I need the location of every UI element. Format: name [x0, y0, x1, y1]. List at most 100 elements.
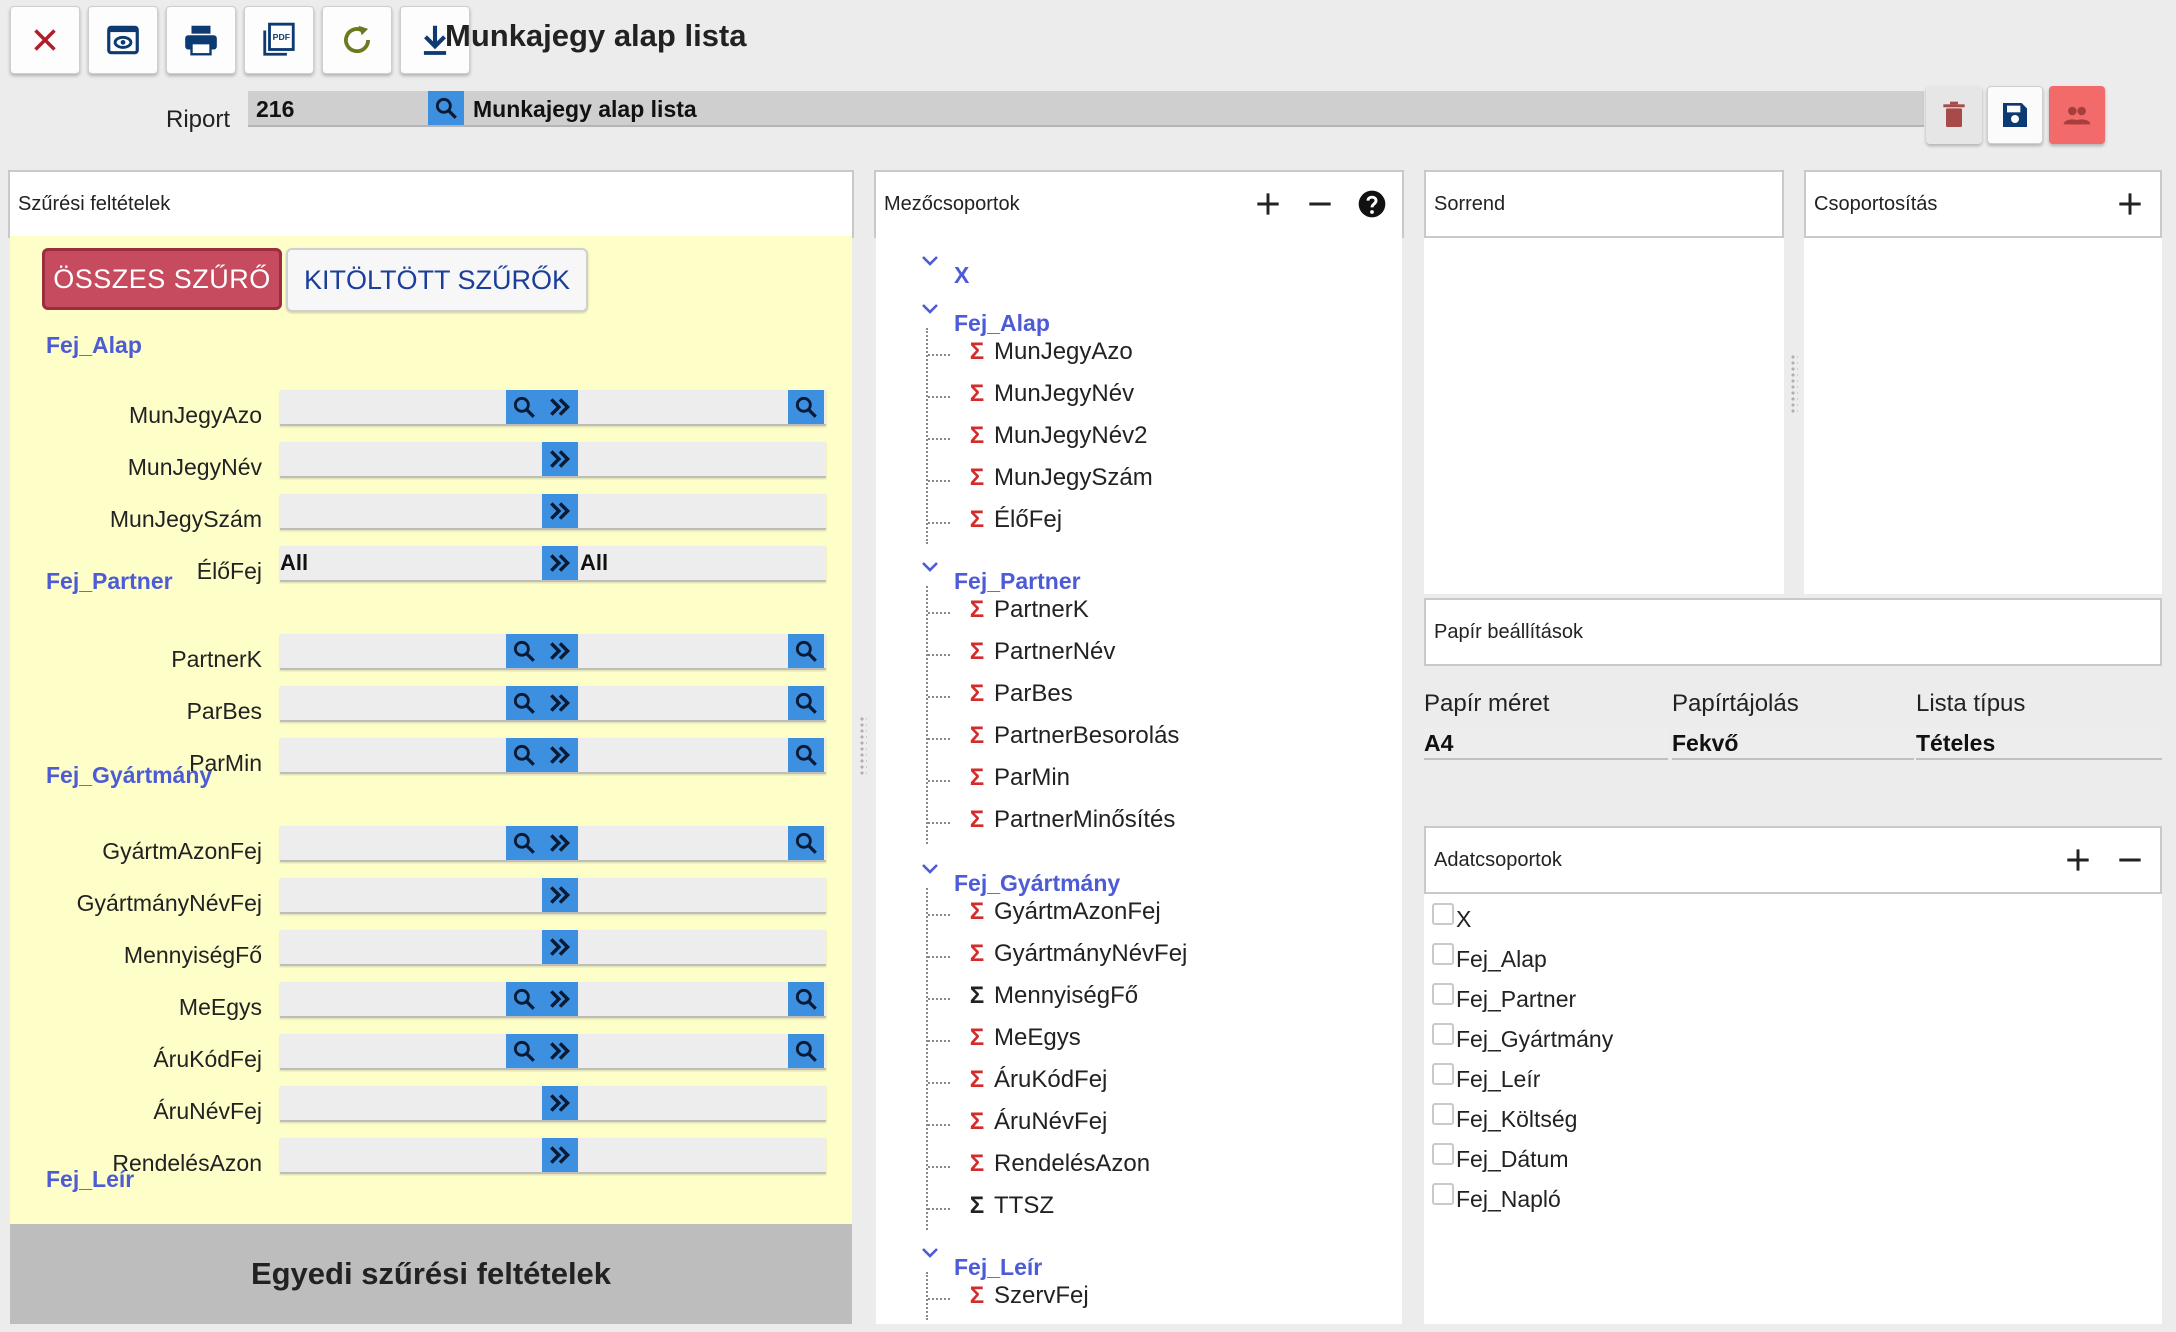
tree-field-item[interactable]: Σ ÁruNévFej	[966, 1108, 1108, 1136]
filter-search-to-button[interactable]	[788, 826, 824, 860]
copy-to-button[interactable]	[542, 390, 578, 424]
tree-field-item[interactable]: Σ PartnerBesorolás	[966, 722, 1180, 750]
all-filters-button[interactable]: ÖSSZES SZŰRŐ	[42, 248, 282, 310]
checkbox[interactable]	[1432, 1142, 1454, 1165]
checkbox[interactable]	[1432, 902, 1454, 925]
tree-field-item[interactable]: Σ MeEgys	[966, 1024, 1081, 1052]
report-field[interactable]: 216 Munkajegy alap lista	[248, 91, 1924, 127]
copy-to-button[interactable]	[542, 546, 578, 580]
filter-range-input[interactable]	[280, 1086, 826, 1122]
checkbox[interactable]	[1432, 1182, 1454, 1205]
datagroup-checkbox-item[interactable]: Fej_Dátum	[1432, 1142, 1568, 1173]
share-users-button[interactable]	[2049, 86, 2105, 144]
resize-handle[interactable]	[859, 716, 867, 776]
datagroup-checkbox-item[interactable]: Fej_Alap	[1432, 942, 1547, 973]
filter-range-input[interactable]	[280, 1138, 826, 1174]
datagroup-checkbox-item[interactable]: Fej_Leír	[1432, 1062, 1540, 1093]
chevron-down-icon[interactable]	[920, 560, 940, 574]
chevron-down-icon[interactable]	[920, 254, 940, 268]
copy-to-button[interactable]	[542, 494, 578, 528]
tree-field-item[interactable]: Σ ParBes	[966, 680, 1073, 708]
minus-icon[interactable]	[1304, 188, 1336, 220]
print-button[interactable]	[166, 6, 236, 74]
custom-filters-button[interactable]: Egyedi szűrési feltételek	[10, 1224, 852, 1324]
copy-to-button[interactable]	[542, 1138, 578, 1172]
plus-icon[interactable]	[2114, 188, 2146, 220]
filter-search-to-button[interactable]	[788, 738, 824, 772]
filter-range-input[interactable]	[280, 930, 826, 966]
chevron-down-icon[interactable]	[920, 1246, 940, 1260]
filter-search-to-button[interactable]	[788, 982, 824, 1016]
report-id[interactable]: 216	[256, 96, 294, 123]
help-icon[interactable]	[1356, 188, 1388, 220]
tree-field-item[interactable]: Σ PartnerMinősítés	[966, 806, 1176, 834]
filter-search-from-button[interactable]	[506, 686, 542, 720]
filter-search-to-button[interactable]	[788, 1034, 824, 1068]
copy-to-button[interactable]	[542, 1034, 578, 1068]
tree-group-label[interactable]: Fej_Leír	[954, 1254, 1042, 1281]
tree-group-label[interactable]: X	[954, 262, 969, 289]
tree-field-item[interactable]: Σ ParMin	[966, 764, 1070, 792]
tree-group-label[interactable]: Fej_Alap	[954, 310, 1050, 337]
datagroup-checkbox-item[interactable]: Fej_Partner	[1432, 982, 1576, 1013]
copy-to-button[interactable]	[542, 982, 578, 1016]
tree-field-item[interactable]: Σ PartnerNév	[966, 638, 1116, 666]
tree-field-item[interactable]: Σ MunJegyAzo	[966, 338, 1133, 366]
copy-to-button[interactable]	[542, 878, 578, 912]
tree-field-item[interactable]: Σ SzervFej	[966, 1282, 1089, 1310]
report-search-button[interactable]	[428, 91, 464, 125]
paper-orientation-select[interactable]: Fekvő	[1672, 726, 1914, 760]
checkbox[interactable]	[1432, 1022, 1454, 1045]
filter-search-from-button[interactable]	[506, 826, 542, 860]
pdf-button[interactable]: PDF	[244, 6, 314, 74]
checkbox[interactable]	[1432, 942, 1454, 965]
tree-field-item[interactable]: Σ ÁruKódFej	[966, 1066, 1108, 1094]
tree-field-item[interactable]: Σ ÉlőFej	[966, 506, 1062, 534]
tree-field-item[interactable]: Σ GyártmAzonFej	[966, 898, 1161, 926]
tree-field-item[interactable]: Σ GyártmányNévFej	[966, 940, 1188, 968]
copy-to-button[interactable]	[542, 826, 578, 860]
sort-list[interactable]	[1424, 238, 1784, 594]
minus-icon[interactable]	[2114, 844, 2146, 876]
tree-field-item[interactable]: Σ MunJegyNév	[966, 380, 1134, 408]
filter-from-value[interactable]: All	[280, 550, 308, 576]
filter-range-input[interactable]	[280, 390, 826, 426]
datagroup-checkbox-item[interactable]: Fej_Költség	[1432, 1102, 1577, 1133]
copy-to-button[interactable]	[542, 738, 578, 772]
filter-range-input[interactable]: All All	[280, 546, 826, 582]
filter-range-input[interactable]	[280, 686, 826, 722]
tree-group-label[interactable]: Fej_Gyártmány	[954, 870, 1120, 897]
checkbox[interactable]	[1432, 1062, 1454, 1085]
chevron-down-icon[interactable]	[920, 302, 940, 316]
tree-field-item[interactable]: Σ RendelésAzon	[966, 1150, 1150, 1178]
checkbox[interactable]	[1432, 982, 1454, 1005]
filter-search-from-button[interactable]	[506, 738, 542, 772]
filter-search-from-button[interactable]	[506, 1034, 542, 1068]
filter-search-from-button[interactable]	[506, 390, 542, 424]
filled-filters-button[interactable]: KITÖLTÖTT SZŰRŐK	[286, 248, 588, 312]
filter-range-input[interactable]	[280, 1034, 826, 1070]
filter-search-to-button[interactable]	[788, 390, 824, 424]
checkbox[interactable]	[1432, 1102, 1454, 1125]
filter-search-to-button[interactable]	[788, 686, 824, 720]
plus-icon[interactable]	[1252, 188, 1284, 220]
close-button[interactable]	[10, 6, 80, 74]
paper-size-select[interactable]: A4	[1424, 726, 1668, 760]
chevron-down-icon[interactable]	[920, 862, 940, 876]
delete-button[interactable]	[1926, 86, 1982, 144]
plus-icon[interactable]	[2062, 844, 2094, 876]
preview-button[interactable]	[88, 6, 158, 74]
tree-field-item[interactable]: Σ MennyiségFő	[966, 982, 1138, 1010]
filter-range-input[interactable]	[280, 826, 826, 862]
datagroup-checkbox-item[interactable]: X	[1432, 902, 1471, 933]
filter-range-input[interactable]	[280, 878, 826, 914]
resize-handle[interactable]	[1790, 354, 1798, 414]
filter-to-value[interactable]: All	[580, 550, 608, 576]
filter-search-to-button[interactable]	[788, 634, 824, 668]
tree-field-item[interactable]: Σ MunJegyNév2	[966, 422, 1148, 450]
copy-to-button[interactable]	[542, 930, 578, 964]
filter-search-from-button[interactable]	[506, 634, 542, 668]
grouping-list[interactable]	[1804, 238, 2162, 594]
filter-range-input[interactable]	[280, 982, 826, 1018]
copy-to-button[interactable]	[542, 1086, 578, 1120]
